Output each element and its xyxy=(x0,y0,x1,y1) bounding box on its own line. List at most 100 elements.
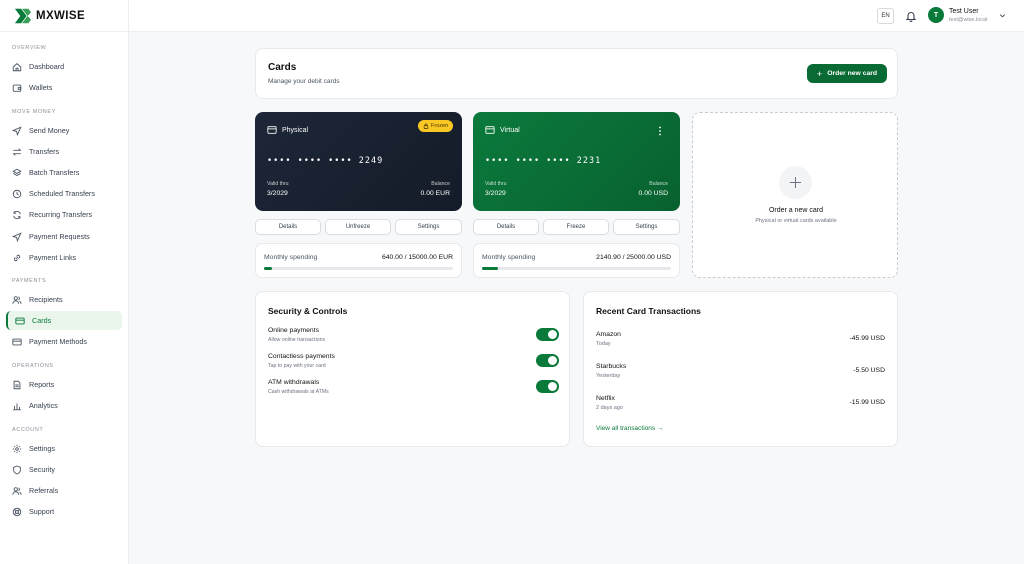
sidebar-item-referrals[interactable]: Referrals xyxy=(6,481,122,500)
sidebar-item-label: Transfers xyxy=(29,147,60,156)
balance-value: 0.00 EUR xyxy=(420,190,450,197)
sidebar-item-dashboard[interactable]: Dashboard xyxy=(6,57,122,76)
gear-icon xyxy=(12,444,22,453)
frozen-badge-label: Frozen xyxy=(431,123,449,129)
contactless-payments-toggle[interactable] xyxy=(536,354,559,367)
balance-value: 0.00 USD xyxy=(638,190,668,197)
transaction-name[interactable]: Starbucks xyxy=(596,363,626,370)
sidebar-item-payment-links[interactable]: Payment Links xyxy=(6,248,122,267)
card-type: Virtual xyxy=(485,126,520,134)
page-header-panel: Cards Manage your debit cards + Order ne… xyxy=(255,48,898,99)
users-icon xyxy=(12,295,22,304)
page-subtitle: Manage your debit cards xyxy=(268,78,340,85)
sidebar-item-label: Recurring Transfers xyxy=(29,210,93,219)
sidebar-item-reports[interactable]: Reports xyxy=(6,375,122,394)
view-all-transactions-link[interactable]: View all transactions → xyxy=(596,425,663,432)
send-icon xyxy=(12,125,22,136)
user-name[interactable]: Test User xyxy=(949,8,979,15)
transaction-name[interactable]: Amazon xyxy=(596,331,621,338)
sidebar-item-batch-transfers[interactable]: Batch Transfers xyxy=(6,163,122,182)
balance-label: Balance xyxy=(431,181,450,187)
page-title: Cards xyxy=(268,62,297,73)
plus-icon xyxy=(790,177,801,188)
more-vertical-icon[interactable] xyxy=(658,126,662,136)
sidebar-item-settings[interactable]: Settings xyxy=(6,439,122,458)
refresh-icon xyxy=(13,210,21,219)
card-type-label: Virtual xyxy=(500,126,520,134)
avatar[interactable]: T xyxy=(928,7,944,23)
sidebar-item-label: Payment Links xyxy=(29,253,77,262)
sidebar-item-label: Batch Transfers xyxy=(29,168,80,177)
valid-thru-label: Valid thru xyxy=(485,181,507,187)
sidebar-item-label: Settings xyxy=(29,444,55,453)
spending-progress xyxy=(264,267,453,270)
lock-icon xyxy=(423,123,429,129)
spending-value: 640.00 / 15000.00 EUR xyxy=(381,254,453,261)
section-payments: PAYMENTS xyxy=(12,278,47,284)
valid-thru-value: 3/2029 xyxy=(485,190,506,197)
sidebar-item-label: Scheduled Transfers xyxy=(29,189,95,198)
recent-transactions-panel: Recent Card Transactions Amazon Today -4… xyxy=(583,291,898,447)
physical-monthly-spending: Monthly spending 640.00 / 15000.00 EUR xyxy=(255,243,462,278)
plus-icon: + xyxy=(816,68,823,79)
sidebar-item-payment-methods[interactable]: Payment Methods xyxy=(6,332,122,351)
order-new-card-tile[interactable]: Order a new card Physical or virtual car… xyxy=(692,112,898,278)
security-controls-title: Security & Controls xyxy=(268,306,348,316)
physical-settings-button[interactable]: Settings xyxy=(395,219,462,235)
credit-card-icon xyxy=(267,126,277,134)
physical-unfreeze-button[interactable]: Unfreeze xyxy=(325,219,391,235)
atm-withdrawals-toggle[interactable] xyxy=(536,380,559,393)
add-card-circle xyxy=(779,166,812,199)
section-move-money: MOVE MONEY xyxy=(12,109,56,115)
bell-icon[interactable] xyxy=(905,10,917,22)
card-type: Physical xyxy=(267,126,308,134)
sidebar-item-label: Cards xyxy=(32,316,52,325)
security-controls-panel: Security & Controls Online payments Allo… xyxy=(255,291,570,447)
sidebar-item-wallets[interactable]: Wallets xyxy=(6,78,122,97)
sidebar-item-label: Analytics xyxy=(29,401,58,410)
virtual-settings-button[interactable]: Settings xyxy=(613,219,680,235)
sidebar-item-label: Send Money xyxy=(29,126,70,135)
sidebar-item-analytics[interactable]: Analytics xyxy=(6,396,122,415)
spending-progress-fill xyxy=(264,267,273,270)
sidebar-item-support[interactable]: Support xyxy=(6,502,122,521)
online-payments-toggle[interactable] xyxy=(536,328,559,341)
sidebar-item-transfers[interactable]: Transfers xyxy=(6,142,122,161)
sidebar-item-send-money[interactable]: Send Money xyxy=(6,121,122,140)
chevron-down-icon[interactable] xyxy=(999,12,1006,19)
wallet-icon xyxy=(12,84,22,92)
sidebar-item-label: Security xyxy=(29,465,55,474)
sidebar-item-cards[interactable]: Cards xyxy=(6,311,122,330)
spending-label: Monthly spending xyxy=(482,254,536,261)
users-icon xyxy=(12,486,22,495)
section-account: ACCOUNT xyxy=(12,427,44,433)
brand-name: MXWISE xyxy=(36,9,86,22)
physical-details-button[interactable]: Details xyxy=(255,219,321,235)
order-new-card-subtitle: Physical or virtual cards available xyxy=(755,218,837,224)
control-label-contactless-payments: Contactless payments xyxy=(268,353,335,360)
virtual-card[interactable]: Virtual •••• •••• •••• 2231 Valid thru 3… xyxy=(473,112,680,211)
sidebar-item-scheduled-transfers[interactable]: Scheduled Transfers xyxy=(6,184,122,203)
virtual-freeze-button[interactable]: Freeze xyxy=(543,219,609,235)
sidebar-item-label: Reports xyxy=(29,380,55,389)
bar-chart-icon xyxy=(13,403,21,410)
sidebar-item-recipients[interactable]: Recipients xyxy=(6,290,122,309)
physical-card[interactable]: Physical Frozen •••• •••• •••• 2249 Vali… xyxy=(255,112,462,211)
brand[interactable]: MXWISE xyxy=(0,0,128,32)
language-switch[interactable]: EN xyxy=(877,8,894,24)
virtual-details-button[interactable]: Details xyxy=(473,219,539,235)
section-overview: OVERVIEW xyxy=(12,45,47,51)
brand-logo-icon xyxy=(14,8,32,23)
sidebar-item-payment-requests[interactable]: Payment Requests xyxy=(6,227,122,246)
card-number: •••• •••• •••• 2249 xyxy=(267,156,384,166)
sidebar-item-security[interactable]: Security xyxy=(6,460,122,479)
spending-label: Monthly spending xyxy=(264,254,318,261)
document-icon xyxy=(13,380,21,389)
transaction-name[interactable]: Netflix xyxy=(596,395,615,402)
sidebar-item-label: Recipients xyxy=(29,295,63,304)
sidebar-item-label: Payment Methods xyxy=(29,337,87,346)
order-new-card-button[interactable]: + Order new card xyxy=(807,64,887,83)
sidebar-item-recurring-transfers[interactable]: Recurring Transfers xyxy=(6,205,122,224)
user-email: test@wise.local xyxy=(949,17,988,23)
virtual-monthly-spending: Monthly spending 2140.90 / 25000.00 USD xyxy=(473,243,680,278)
